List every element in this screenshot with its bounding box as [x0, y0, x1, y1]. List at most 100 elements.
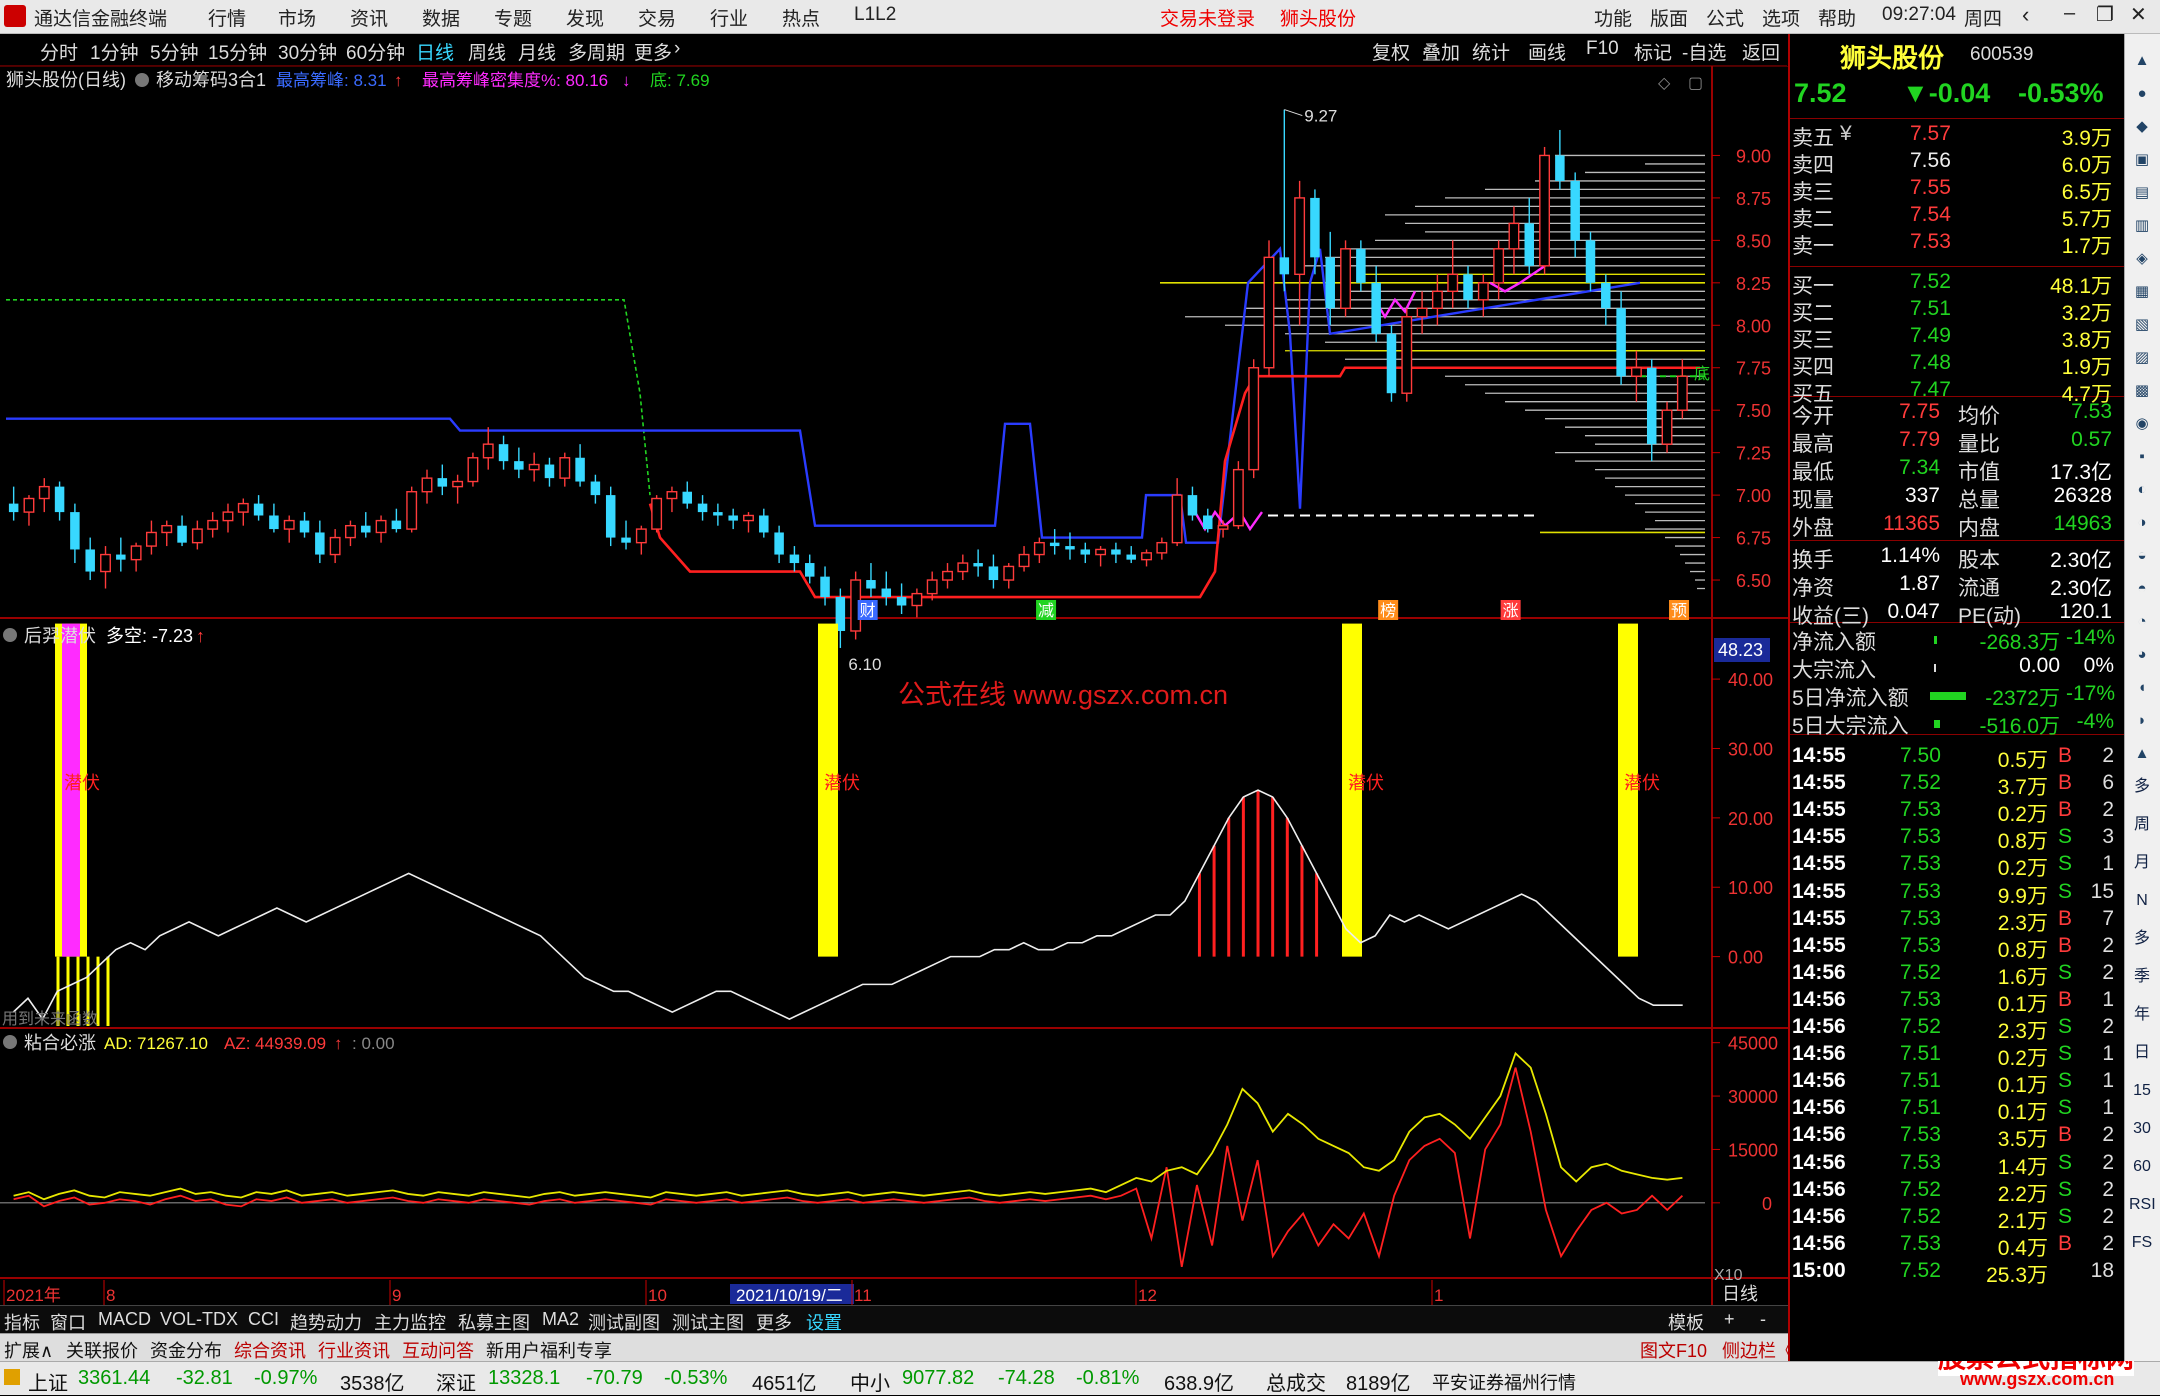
candle[interactable] [651, 495, 663, 533]
tab-ma2[interactable]: MA2 [542, 1309, 579, 1330]
side-toolbar-period[interactable]: N [2129, 888, 2155, 914]
period-15min[interactable]: 15分钟 [208, 38, 267, 65]
news-tab-fuli[interactable]: 新用户福利专享 [486, 1337, 612, 1363]
candle[interactable] [1248, 359, 1260, 479]
tool-f10[interactable]: F10 [1586, 38, 1619, 60]
candle[interactable] [1340, 240, 1351, 317]
tab-zhibiao[interactable]: 指标 [4, 1309, 40, 1335]
side-tool-icon[interactable]: ▨ [2129, 345, 2155, 371]
side-tool-icon[interactable]: ▲ [2129, 48, 2155, 74]
side-tool-icon[interactable]: ▲ [2129, 741, 2155, 767]
news-tab-f10[interactable]: 图文F10 [1640, 1337, 1707, 1363]
menu-banmian[interactable]: 版面 [1650, 4, 1688, 31]
side-tool-icon[interactable]: ◓ [2129, 576, 2155, 602]
period-monthly[interactable]: 月线 [518, 38, 556, 65]
period-weekly[interactable]: 周线 [468, 38, 506, 65]
side-tool-icon[interactable]: ◐ [2129, 477, 2155, 503]
tab-ceshizhutu[interactable]: 测试主图 [672, 1309, 744, 1335]
news-tab-hangye[interactable]: 行业资讯 [318, 1337, 390, 1363]
side-toolbar-period[interactable]: 日 [2129, 1040, 2155, 1066]
menu-zixun[interactable]: 资讯 [350, 4, 388, 31]
tab-ceshifutu[interactable]: 测试副图 [588, 1309, 660, 1335]
period-1min[interactable]: 1分钟 [90, 38, 139, 65]
candle[interactable] [605, 486, 616, 547]
tab-simu[interactable]: 私募主图 [458, 1309, 530, 1335]
side-toolbar-period[interactable]: RSI [2129, 1192, 2156, 1218]
side-tool-icon[interactable]: ▦ [2129, 279, 2155, 305]
side-toolbar-period[interactable]: 多 [2129, 774, 2155, 800]
minimize-icon[interactable]: – [2064, 2, 2075, 25]
back-icon[interactable]: ‹ [2022, 2, 2029, 28]
restore-icon[interactable]: ❐ [2096, 2, 2114, 27]
sub2-title[interactable]: 粘合必涨 [24, 1033, 96, 1053]
period-fenshi[interactable]: 分时 [40, 38, 78, 65]
side-toolbar-period[interactable]: 30 [2129, 1116, 2155, 1142]
side-tool-icon[interactable]: ▤ [2129, 180, 2155, 206]
menu-xuanxiang[interactable]: 选项 [1762, 4, 1800, 31]
news-tab-kuozhan[interactable]: 扩展∧ [4, 1337, 53, 1363]
login-status[interactable]: 交易未登录 [1160, 4, 1255, 31]
kline-chart-area[interactable]: 9.00 8.75 8.50 8.25 8.00 7.75 7.50 7.25 7.00 6.75… [0, 66, 1788, 1305]
news-tab-guanlian[interactable]: 关联报价 [66, 1337, 138, 1363]
news-tab-sidebar[interactable]: 侧边栏《 [1722, 1337, 1794, 1363]
candle[interactable] [1585, 231, 1596, 292]
candle[interactable] [406, 486, 418, 533]
news-tab-zijin[interactable]: 资金分布 [150, 1337, 222, 1363]
candle[interactable] [1386, 325, 1397, 402]
side-toolbar-period[interactable]: 季 [2129, 964, 2155, 990]
tool-biaoji[interactable]: 标记 [1634, 38, 1672, 65]
side-tool-icon[interactable]: ▪ [2129, 444, 2155, 470]
candle[interactable] [1401, 308, 1413, 402]
index-sh-name[interactable]: 上证 [28, 1367, 68, 1396]
tab-template[interactable]: 模板 [1668, 1309, 1704, 1335]
side-tool-icon[interactable]: ◉ [2129, 411, 2155, 437]
side-tool-icon[interactable]: ▧ [2129, 312, 2155, 338]
candle[interactable] [1539, 146, 1551, 275]
side-tool-icon[interactable]: ◔ [2129, 609, 2155, 635]
tab-plus[interactable]: + [1724, 1309, 1735, 1330]
side-tool-icon[interactable]: ▥ [2129, 213, 2155, 239]
period-multi[interactable]: 多周期 [568, 38, 625, 65]
tab-qushi[interactable]: 趋势动力 [290, 1309, 362, 1335]
menu-jiaoyi[interactable]: 交易 [638, 4, 676, 31]
period-daily[interactable]: 日线 [416, 38, 454, 65]
index-sz-name[interactable]: 深证 [436, 1367, 476, 1396]
side-tool-icon[interactable]: ◕ [2129, 642, 2155, 668]
sub1-title[interactable]: 后羿潜伏 [24, 626, 96, 646]
menu-hangye[interactable]: 行业 [710, 4, 748, 31]
candle[interactable] [1263, 240, 1275, 377]
candle[interactable] [1232, 461, 1244, 530]
sub1-gear-icon[interactable] [3, 628, 17, 642]
side-tool-icon[interactable]: ◑ [2129, 510, 2155, 536]
main-indicator-name[interactable]: 移动筹码3合1 [156, 70, 266, 90]
side-tool-icon[interactable]: ◗ [2129, 708, 2155, 734]
side-tool-icon[interactable]: ▣ [2129, 147, 2155, 173]
indicator-gear-icon[interactable] [135, 73, 149, 87]
side-tool-icon[interactable]: ◒ [2129, 543, 2155, 569]
menu-zhuanti[interactable]: 专题 [494, 4, 532, 31]
candle[interactable] [467, 452, 479, 487]
tool-tongji[interactable]: 统计 [1472, 38, 1510, 65]
tab-zhuli[interactable]: 主力监控 [374, 1309, 446, 1335]
side-toolbar-period[interactable]: FS [2129, 1230, 2155, 1256]
side-tool-icon[interactable]: ◖ [2129, 675, 2155, 701]
tab-minus[interactable]: - [1760, 1309, 1766, 1330]
close-icon[interactable]: ✕ [2130, 2, 2147, 27]
news-tab-hudong[interactable]: 互动问答 [402, 1337, 474, 1363]
side-toolbar-period[interactable]: 60 [2129, 1154, 2155, 1180]
side-toolbar-period[interactable]: 周 [2129, 812, 2155, 838]
news-tab-zonghe[interactable]: 综合资讯 [234, 1337, 306, 1363]
menu-shuju[interactable]: 数据 [422, 4, 460, 31]
tool-fuquan[interactable]: 复权 [1372, 38, 1410, 65]
menu-redian[interactable]: 热点 [782, 4, 820, 31]
side-tool-icon[interactable]: ● [2129, 81, 2155, 107]
side-toolbar-period[interactable]: 年 [2129, 1002, 2155, 1028]
chevron-right-icon[interactable]: › [674, 38, 680, 60]
tab-chuangkou[interactable]: 窗口 [50, 1309, 86, 1335]
tool-zixuan[interactable]: -自选 [1682, 38, 1726, 65]
menu-gongshi[interactable]: 公式 [1706, 4, 1744, 31]
side-toolbar-period[interactable]: 月 [2129, 850, 2155, 876]
menu-faxian[interactable]: 发现 [566, 4, 604, 31]
tool-fanhui[interactable]: 返回 [1742, 38, 1780, 65]
sub2-gear-icon[interactable] [3, 1035, 17, 1049]
